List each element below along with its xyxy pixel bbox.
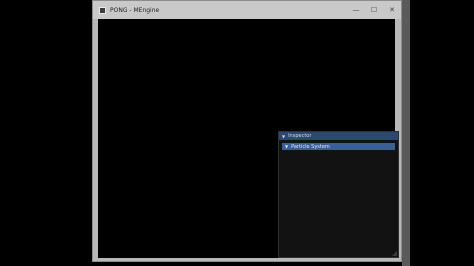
game-viewport[interactable]: ▼ Inspector ▼ Particle System <box>98 19 399 258</box>
window-edge-strip <box>402 0 410 266</box>
resize-grip-icon[interactable] <box>392 251 397 256</box>
window-controls: — ☐ ✕ <box>347 1 401 19</box>
window-title: PONG - MEngine <box>110 6 160 14</box>
minimize-button[interactable]: — <box>347 1 365 19</box>
section-collapse-arrow-icon[interactable]: ▼ <box>285 144 288 149</box>
app-window: PONG - MEngine — ☐ ✕ ▼ Inspector ▼ Parti… <box>92 0 402 262</box>
desktop-background-right <box>410 0 474 266</box>
maximize-button[interactable]: ☐ <box>365 1 383 19</box>
inspector-title: Inspector <box>288 133 312 139</box>
inspector-panel: ▼ Inspector ▼ Particle System <box>278 131 399 258</box>
inspector-title-bar[interactable]: ▼ Inspector <box>279 132 398 140</box>
section-label: Particle System <box>291 143 330 150</box>
app-icon <box>99 6 106 14</box>
particle-system-header[interactable]: ▼ Particle System <box>282 143 395 150</box>
window-titlebar[interactable]: PONG - MEngine — ☐ ✕ <box>93 1 401 19</box>
collapse-arrow-icon[interactable]: ▼ <box>282 134 285 139</box>
desktop-background-left <box>0 0 92 266</box>
close-button[interactable]: ✕ <box>383 1 401 19</box>
